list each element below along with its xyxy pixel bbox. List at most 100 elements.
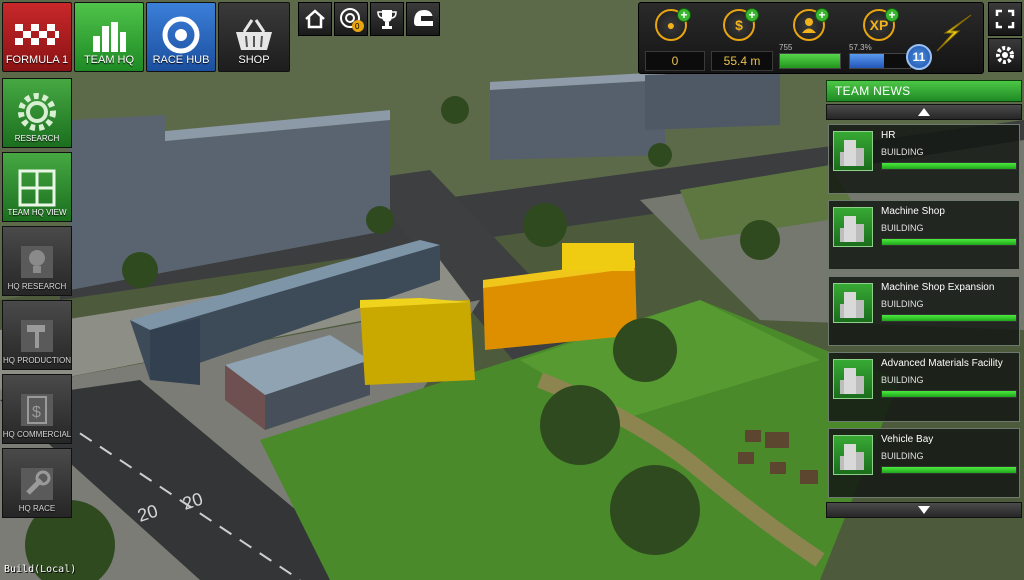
fullscreen-button[interactable] xyxy=(988,2,1022,36)
news-item-progress-fill xyxy=(882,315,1016,321)
race-hub-label: RACE HUB xyxy=(152,54,210,66)
tyre-icon xyxy=(162,16,200,54)
news-item-status: BUILDING xyxy=(881,451,924,461)
formula-1-label: FORMULA 1 xyxy=(5,54,69,66)
svg-text:$: $ xyxy=(32,404,41,421)
staff-button[interactable]: + xyxy=(793,8,829,41)
news-item-progress-fill xyxy=(882,391,1016,397)
target-icon: 0 xyxy=(340,8,364,32)
staff-bar-fill xyxy=(780,54,840,68)
news-item-progress-fill xyxy=(882,239,1016,245)
xp-label: XP xyxy=(869,17,889,33)
staff-value: 755 xyxy=(779,43,793,52)
news-item-progress xyxy=(881,162,1017,170)
news-scroll-up-button[interactable] xyxy=(826,104,1022,120)
news-item[interactable]: Advanced Materials Facility BUILDING xyxy=(828,352,1020,422)
news-item-progress xyxy=(881,314,1017,322)
news-item-title: HR xyxy=(881,130,896,141)
building-icon xyxy=(833,435,873,475)
news-item[interactable]: Vehicle Bay BUILDING xyxy=(828,428,1020,498)
dollar-doc-icon: $ xyxy=(21,394,53,426)
news-item-progress xyxy=(881,390,1017,398)
fullscreen-icon xyxy=(995,9,1015,29)
side-nav-label: HQ RACE xyxy=(18,504,56,513)
objectives-button[interactable]: 0 xyxy=(334,2,368,36)
news-item-title: Vehicle Bay xyxy=(881,434,934,445)
building-icon xyxy=(833,207,873,247)
hammer-icon xyxy=(21,320,53,352)
side-nav-team-hq-view[interactable]: TEAM HQ VIEW xyxy=(2,152,72,222)
side-nav-hq-commercial[interactable]: $ HQ COMMERCIAL xyxy=(2,374,72,444)
team-news-header: TEAM NEWS xyxy=(826,80,1022,102)
news-item[interactable]: HR BUILDING xyxy=(828,124,1020,194)
tokens-button[interactable]: ● + xyxy=(655,8,691,41)
objectives-badge: 0 xyxy=(355,22,360,31)
wrench-icon xyxy=(21,468,53,500)
news-item[interactable]: Machine Shop BUILDING xyxy=(828,200,1020,270)
side-nav-hq-research[interactable]: HQ RESEARCH xyxy=(2,226,72,296)
race-hub-tab[interactable]: RACE HUB xyxy=(146,2,216,72)
team-hq-label: TEAM HQ xyxy=(83,54,135,66)
side-nav-hq-race[interactable]: HQ RACE xyxy=(2,448,72,518)
shop-label: SHOP xyxy=(238,54,270,66)
add-staff-icon[interactable]: + xyxy=(815,8,829,22)
level-badge: 11 xyxy=(906,44,932,70)
gear-icon xyxy=(18,93,56,131)
building-icon xyxy=(833,359,873,399)
driver-button[interactable] xyxy=(406,2,440,36)
add-tokens-icon[interactable]: + xyxy=(677,8,691,22)
news-item[interactable]: Machine Shop Expansion BUILDING xyxy=(828,276,1020,346)
money-value: 55.4 m xyxy=(711,51,773,71)
add-money-icon[interactable]: + xyxy=(745,8,759,22)
news-item-status: BUILDING xyxy=(881,299,924,309)
resource-bar: ● + 0 $ + 55.4 m + 755 XP + 57.3% xyxy=(638,2,984,74)
formula-1-tab[interactable]: FORMULA 1 xyxy=(2,2,72,72)
building-icon xyxy=(833,283,873,323)
side-nav-research[interactable]: RESEARCH xyxy=(2,78,72,148)
arrow-down-icon xyxy=(918,506,930,514)
team-hq-tab[interactable]: TEAM HQ xyxy=(74,2,144,72)
news-item-title: Machine Shop xyxy=(881,206,945,217)
helmet-icon xyxy=(414,10,433,26)
news-item-progress-fill xyxy=(882,163,1016,169)
checkered-flag-icon xyxy=(15,24,59,45)
basket-icon xyxy=(236,19,272,50)
side-nav-hq-production[interactable]: HQ PRODUCTION xyxy=(2,300,72,370)
arrow-up-icon xyxy=(918,108,930,116)
hq-building-icon xyxy=(93,22,126,52)
tokens-value: 0 xyxy=(645,51,705,71)
xp-bar xyxy=(849,53,911,69)
token-icon: ● xyxy=(666,17,676,33)
news-item-progress xyxy=(881,466,1017,474)
home-button[interactable] xyxy=(298,2,332,36)
side-nav-label: TEAM HQ VIEW xyxy=(7,208,67,217)
news-item-progress xyxy=(881,238,1017,246)
news-item-progress-fill xyxy=(882,467,1016,473)
lightning-icon xyxy=(936,14,972,52)
trophy-icon xyxy=(377,10,397,29)
trophy-button[interactable] xyxy=(370,2,404,36)
gear-icon xyxy=(996,46,1014,64)
side-nav-label: HQ COMMERCIAL xyxy=(2,430,72,439)
news-item-status: BUILDING xyxy=(881,375,924,385)
xp-bar-fill xyxy=(850,54,885,68)
build-label: Build(Local) xyxy=(4,564,77,575)
grid-icon xyxy=(18,169,56,207)
news-scroll-down-button[interactable] xyxy=(826,502,1022,518)
settings-button[interactable] xyxy=(988,38,1022,72)
building-icon xyxy=(833,131,873,171)
add-xp-icon[interactable]: + xyxy=(885,8,899,22)
staff-bar xyxy=(779,53,841,69)
side-nav-label: HQ PRODUCTION xyxy=(3,356,71,365)
money-button[interactable]: $ + xyxy=(723,8,759,41)
side-nav-label: RESEARCH xyxy=(14,134,60,143)
team-news-panel: TEAM NEWS HR BUILDING Machine Shop BUILDING… xyxy=(826,80,1022,520)
side-nav-label: HQ RESEARCH xyxy=(7,282,67,291)
news-item-title: Machine Shop Expansion xyxy=(881,282,995,293)
news-item-title: Advanced Materials Facility xyxy=(881,358,1003,369)
shop-tab[interactable]: SHOP xyxy=(218,2,290,72)
news-item-status: BUILDING xyxy=(881,147,924,157)
xp-button[interactable]: XP + xyxy=(863,8,899,41)
home-icon xyxy=(305,9,325,29)
lightbulb-icon xyxy=(21,246,53,278)
